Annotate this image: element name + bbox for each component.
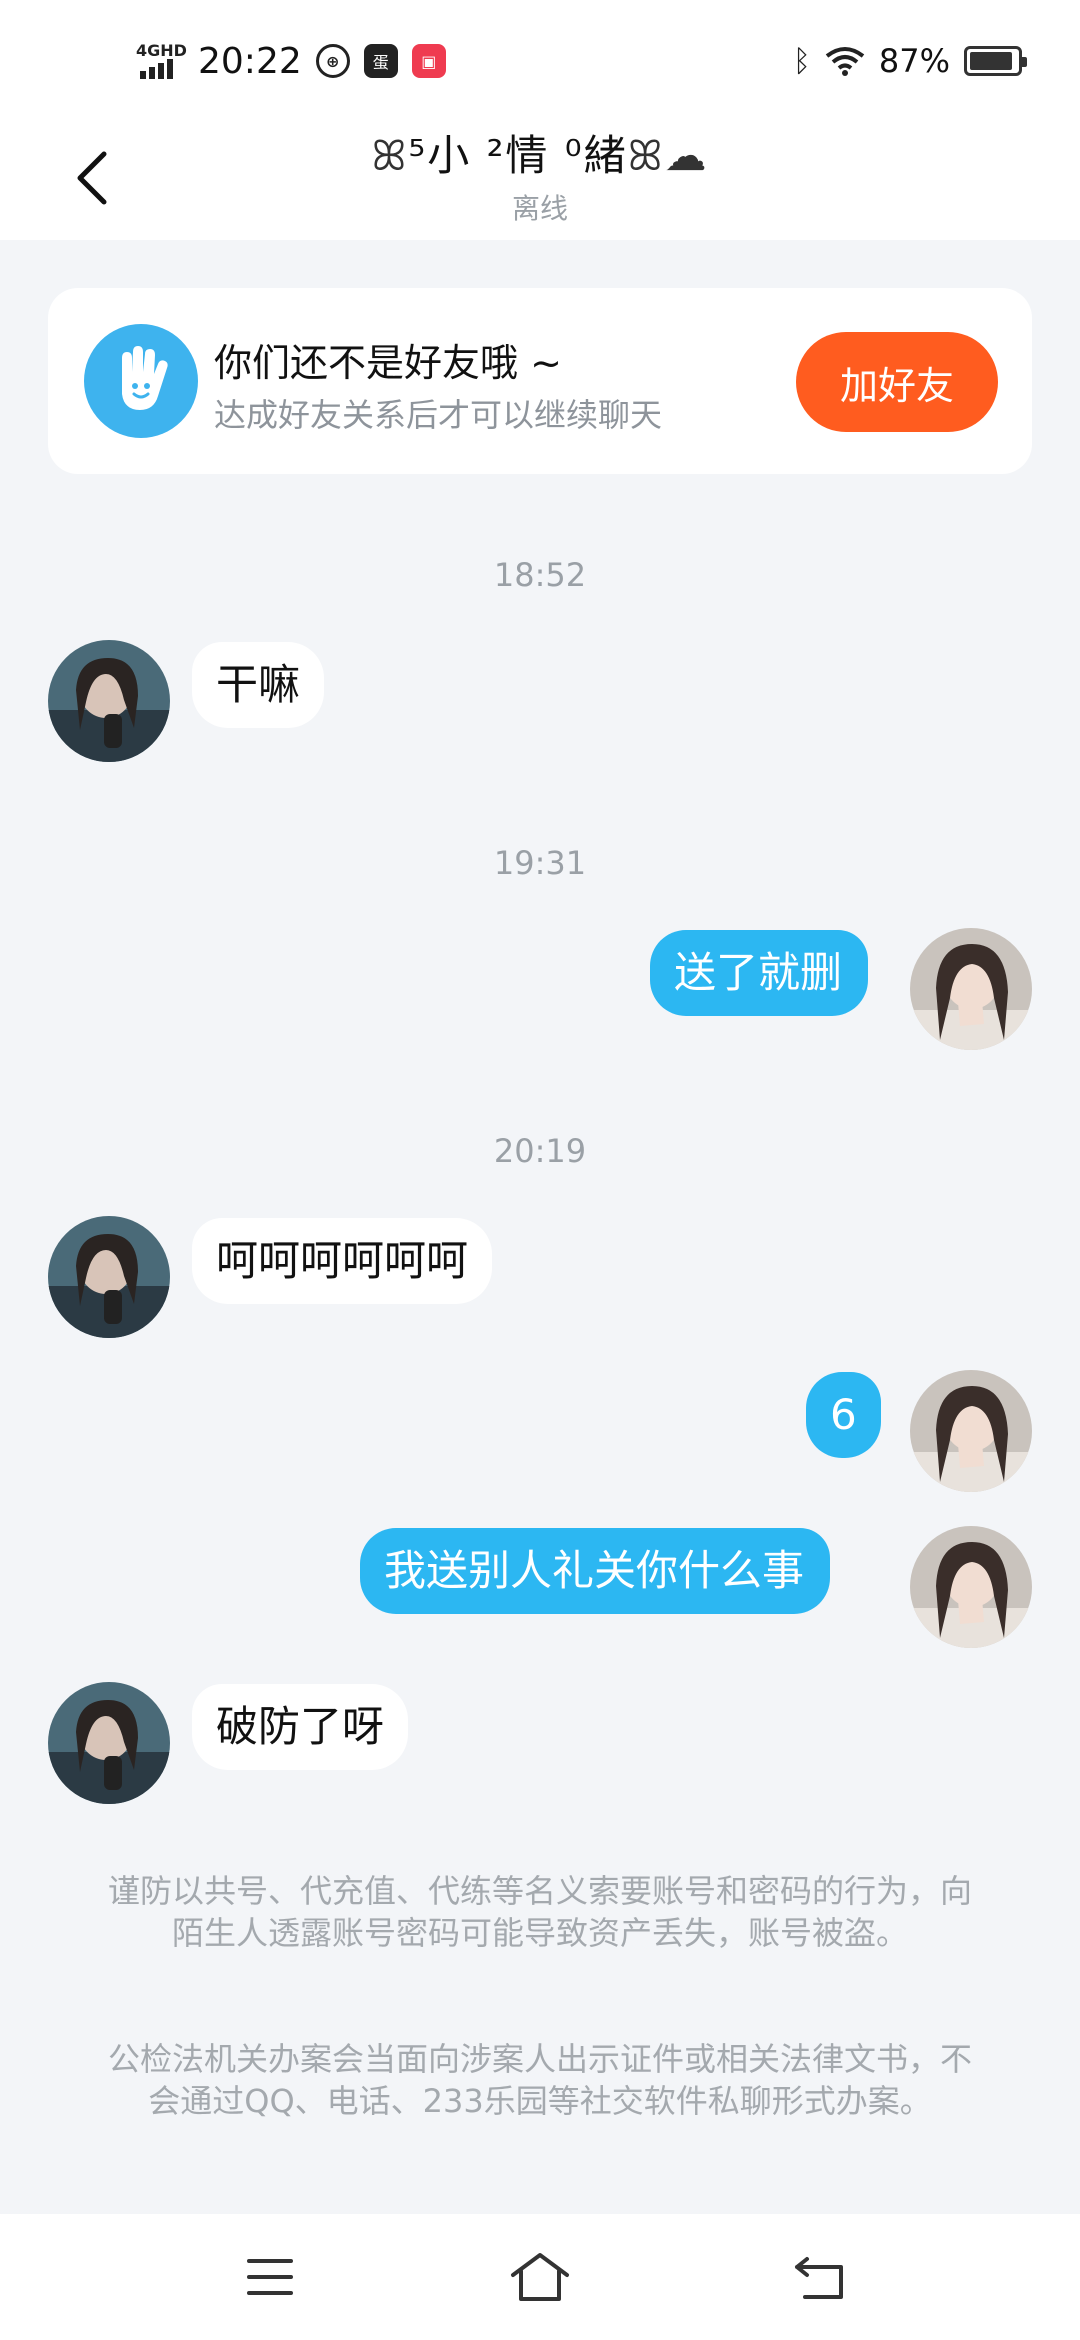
message-bubble-sent[interactable]: 我送别人礼关你什么事 [360, 1528, 831, 1614]
battery-percent: 87% [878, 42, 950, 80]
home-button[interactable] [500, 2242, 580, 2312]
contact-name: ⁵小 ²情 ⁰緒 [408, 131, 628, 180]
status-bar-right: ᛒ 87% [792, 38, 1027, 84]
cell-signal-icon: 4GHD [136, 41, 187, 81]
security-notice: 谨防以共号、代充值、代练等名义索要账号和密码的行为，向陌生人透露账号密码可能导致… [107, 1872, 972, 1952]
return-button[interactable] [780, 2242, 860, 2312]
battery-icon [964, 46, 1027, 76]
my-avatar[interactable] [910, 1526, 1032, 1648]
contact-avatar[interactable] [48, 1682, 170, 1804]
message-bubble-sent[interactable]: 6 [806, 1372, 881, 1458]
status-time: 20:22 [198, 40, 302, 82]
friend-request-banner: 你们还不是好友哦 ~ 达成好友关系后才可以继续聊天 加好友 [48, 288, 1032, 474]
status-bar-left: 4GHD 20:22 ⊕ 蛋 ▣ [136, 38, 446, 84]
notification-app-icon: 蛋 [363, 44, 398, 78]
chevron-left-icon [77, 151, 107, 205]
message-bubble-received[interactable]: 破防了呀 [192, 1684, 409, 1770]
banner-title: 你们还不是好友哦 ~ [214, 341, 562, 385]
message-timestamp: 19:31 [493, 844, 587, 882]
message-bubble-received[interactable]: 干嘛 [192, 642, 325, 728]
security-notice: 公检法机关办案会当面向涉案人出示证件或相关法律文书，不会通过QQ、电话、233乐… [107, 2040, 972, 2120]
network-type: 4GHD [136, 41, 187, 60]
message-bubble-sent[interactable]: 送了就删 [650, 930, 869, 1016]
decoration-icon: ꕤ☁ [627, 131, 709, 180]
my-avatar[interactable] [910, 1370, 1032, 1492]
banner-description: 达成好友关系后才可以继续聊天 [214, 396, 663, 434]
chat-header: ꕤ⁵小 ²情 ⁰緒ꕤ☁ 离线 [0, 120, 1080, 240]
waving-hand-icon [84, 324, 198, 438]
message-bubble-received[interactable]: 呵呵呵呵呵呵 [192, 1218, 493, 1304]
contact-avatar[interactable] [48, 640, 170, 762]
notification-app-icon: ▣ [411, 44, 446, 78]
contact-avatar[interactable] [48, 1216, 170, 1338]
chat-title[interactable]: ꕤ⁵小 ²情 ⁰緒ꕤ☁ 离线 [300, 120, 780, 227]
online-status: 离线 [511, 192, 568, 225]
decoration-icon: ꕤ [371, 131, 409, 180]
home-icon [511, 2253, 569, 2301]
bluetooth-icon: ᛒ [792, 43, 811, 79]
status-bar: 4GHD 20:22 ⊕ 蛋 ▣ ᛒ 87% [0, 0, 1080, 120]
menu-button[interactable] [230, 2242, 310, 2312]
message-timestamp: 18:52 [493, 556, 587, 594]
wifi-icon [825, 46, 865, 76]
notification-app-icon: ⊕ [315, 44, 350, 78]
return-icon [795, 2257, 843, 2299]
my-avatar[interactable] [910, 928, 1032, 1050]
back-button[interactable] [62, 136, 122, 220]
message-timestamp: 20:19 [493, 1132, 587, 1170]
add-friend-button[interactable]: 加好友 [796, 332, 998, 432]
menu-icon [247, 2259, 293, 2295]
system-navigation-bar [0, 2214, 1080, 2340]
